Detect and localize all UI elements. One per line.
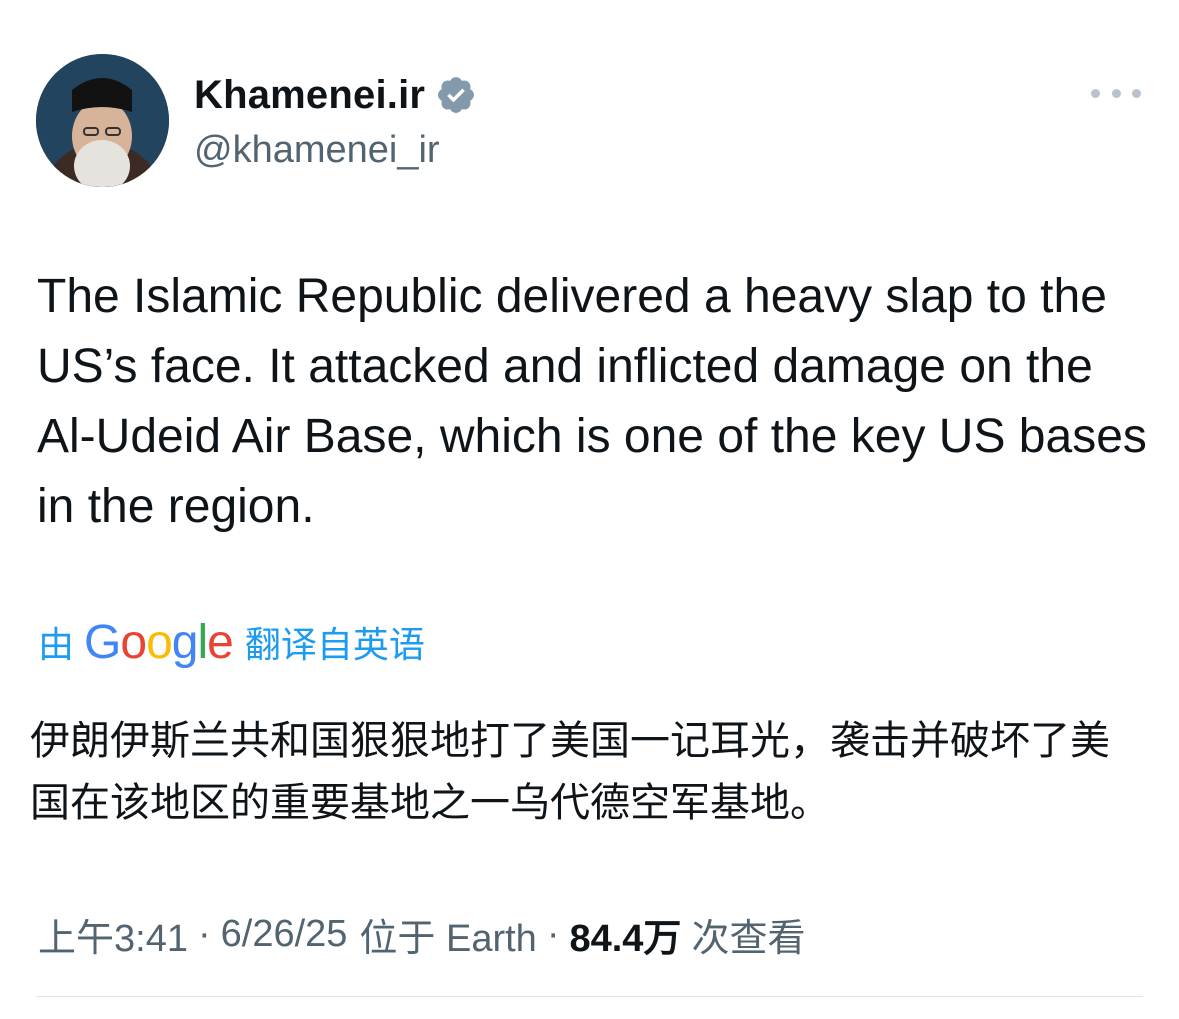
- more-options-button[interactable]: [1091, 78, 1141, 108]
- tweet-meta: 上午3:41 · 6/26/25 位于 Earth · 84.4万 次查看: [38, 904, 805, 964]
- more-dot-icon: [1111, 88, 1121, 98]
- name-row: Khamenei.ir: [194, 70, 477, 120]
- meta-separator: ·: [546, 912, 560, 955]
- tweet-location: 位于 Earth: [359, 917, 537, 960]
- translated-by-label: 由: [38, 625, 75, 666]
- translated-text: 伊朗伊斯兰共和国狠狠地打了美国一记耳光，袭击并破坏了美国在该地区的重要基地之一乌…: [30, 718, 1110, 826]
- google-logo-icon: Google: [84, 615, 234, 669]
- translation-attribution[interactable]: 由 Google 翻译自英语: [38, 610, 425, 674]
- author-handle[interactable]: @khamenei_ir: [194, 126, 440, 174]
- meta-separator: ·: [197, 912, 211, 955]
- divider: [36, 996, 1143, 997]
- tweet-text: The Islamic Republic delivered a heavy s…: [37, 270, 1147, 533]
- avatar[interactable]: [36, 54, 169, 187]
- display-name[interactable]: Khamenei.ir: [194, 70, 425, 120]
- tweet-date[interactable]: 6/26/25: [221, 913, 348, 956]
- tweet-time[interactable]: 上午3:41: [38, 907, 188, 962]
- tweet-header: Khamenei.ir @khamenei_ir: [36, 54, 1143, 188]
- more-dot-icon: [1132, 88, 1141, 98]
- avatar-image: [36, 54, 169, 187]
- views-label: 次查看: [691, 917, 806, 960]
- translated-from-label: 翻译自英语: [244, 625, 425, 666]
- views-count: 84.4万: [569, 917, 682, 960]
- more-dot-icon: [1091, 88, 1100, 98]
- verified-badge-icon: [435, 74, 477, 116]
